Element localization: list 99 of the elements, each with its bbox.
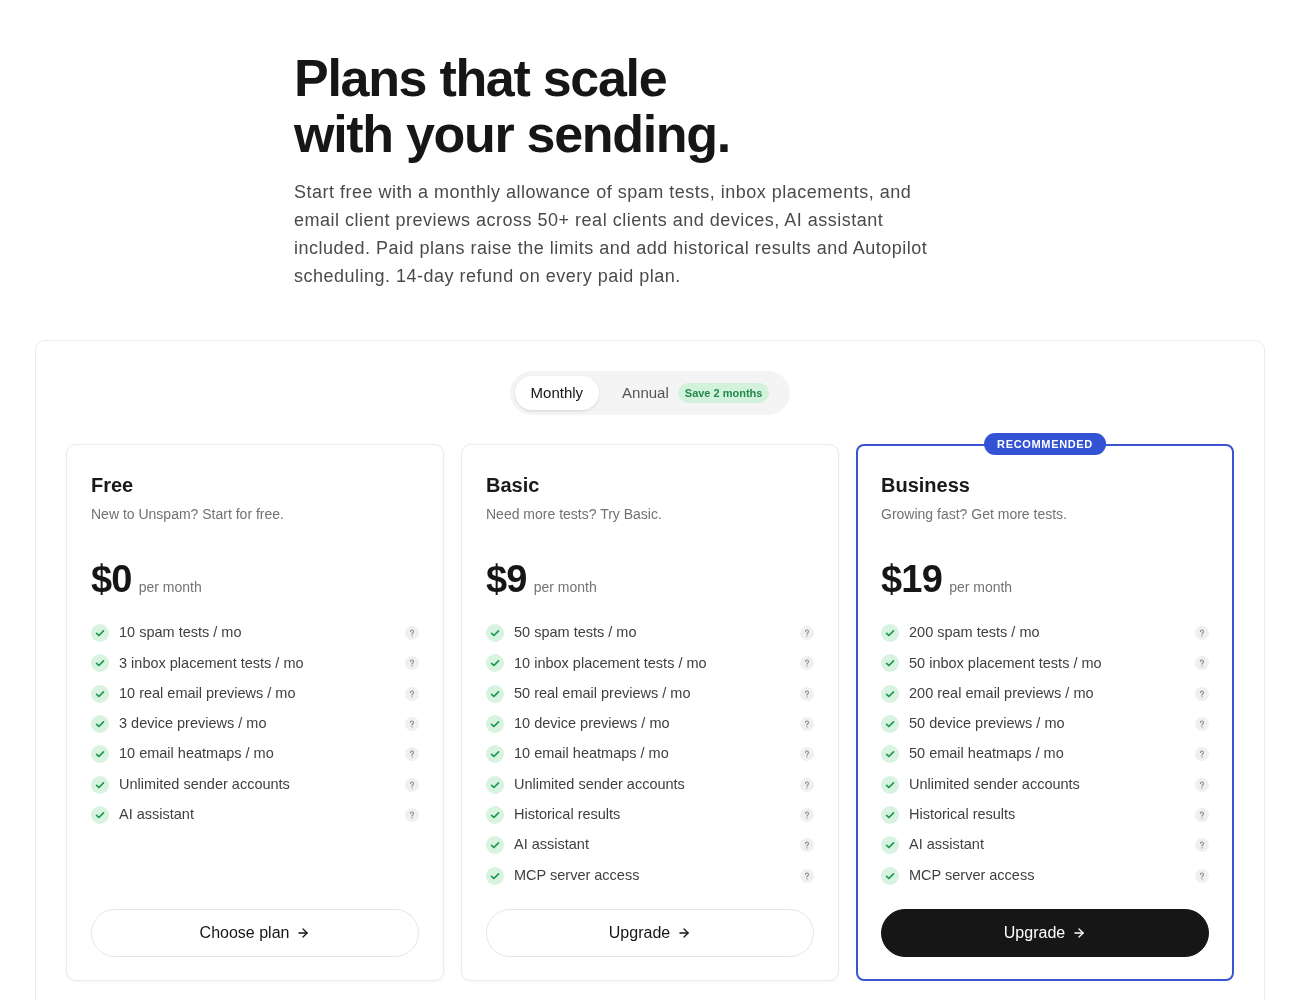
help-icon[interactable] (800, 717, 814, 732)
plan-price: $19 (881, 557, 943, 601)
check-icon (881, 775, 899, 794)
feature-text: 50 real email previews / mo (514, 683, 691, 703)
price-period: per month (949, 578, 1013, 597)
feature-text: 10 spam tests / mo (119, 623, 242, 643)
help-icon[interactable] (800, 868, 814, 883)
plan-tagline: Need more tests? Try Basic. (486, 505, 663, 524)
check-icon (881, 745, 899, 764)
check-icon (881, 805, 899, 824)
help-icon[interactable] (405, 656, 419, 671)
help-icon[interactable] (800, 838, 814, 853)
check-icon (881, 836, 899, 855)
help-icon[interactable] (1195, 838, 1209, 853)
feature-text: 10 email heatmaps / mo (514, 744, 669, 764)
plan-name: Business (881, 473, 971, 498)
check-icon (486, 654, 504, 673)
check-icon (91, 624, 109, 643)
help-icon[interactable] (800, 747, 814, 762)
check-icon (486, 715, 504, 734)
plan-price: $9 (486, 557, 527, 601)
feature-text: AI assistant (119, 805, 194, 825)
plan-tagline: New to Unspam? Start for free. (91, 505, 285, 524)
check-icon (486, 866, 504, 885)
feature-text: 3 inbox placement tests / mo (119, 653, 304, 673)
billing-tab[interactable]: Monthly (514, 376, 600, 410)
check-icon (881, 684, 899, 703)
check-icon (486, 624, 504, 643)
page-description: Start free with a monthly allowance of spam tests, inbox placements, and email client previews across 50+ real clients and devices, AI assistant included. Paid plans raise the limits and add historical results and Autopilot scheduling. 14-day refund on every paid plan. (294, 181, 929, 288)
help-icon[interactable] (405, 686, 419, 701)
feature-text: AI assistant (514, 835, 589, 855)
check-icon (881, 654, 899, 673)
help-icon[interactable] (800, 686, 814, 701)
plan-button[interactable]: Upgrade (486, 908, 814, 957)
feature-text: Unlimited sender accounts (119, 774, 290, 794)
feature-text: Historical results (909, 805, 1016, 825)
billing-tab[interactable]: Annual Save 2 months (606, 376, 786, 410)
price-period: per month (138, 578, 202, 597)
help-icon[interactable] (405, 747, 419, 762)
help-icon[interactable] (1195, 656, 1209, 671)
feature-text: 10 real email previews / mo (119, 683, 296, 703)
help-icon[interactable] (800, 626, 814, 641)
help-icon[interactable] (1195, 686, 1209, 701)
check-icon (91, 654, 109, 673)
help-icon[interactable] (1195, 868, 1209, 883)
check-icon (486, 775, 504, 794)
help-icon[interactable] (1195, 626, 1209, 641)
help-icon[interactable] (405, 807, 419, 822)
discount-badge: Save 2 months (677, 383, 770, 403)
plan-price: $0 (91, 557, 132, 601)
check-icon (881, 624, 899, 643)
check-icon (486, 745, 504, 764)
check-icon (91, 745, 109, 764)
feature-text: Unlimited sender accounts (514, 774, 685, 794)
feature-text: 200 real email previews / mo (909, 683, 1094, 703)
arrow-right-icon (677, 925, 692, 940)
plan-tagline: Growing fast? Get more tests. (881, 505, 1068, 524)
page-heading: Plans that scale with your sending. (294, 50, 731, 162)
help-icon[interactable] (405, 717, 419, 732)
feature-text: MCP server access (909, 865, 1035, 885)
feature-text: 3 device previews / mo (119, 714, 267, 734)
help-icon[interactable] (1195, 747, 1209, 762)
plan-button[interactable]: Upgrade (881, 908, 1209, 957)
feature-text: MCP server access (514, 865, 640, 885)
help-icon[interactable] (1195, 777, 1209, 792)
feature-text: 10 device previews / mo (514, 714, 670, 734)
check-icon (486, 836, 504, 855)
feature-text: 200 spam tests / mo (909, 623, 1040, 643)
check-icon (881, 866, 899, 885)
price-period: per month (533, 578, 597, 597)
feature-text: 10 inbox placement tests / mo (514, 653, 707, 673)
help-icon[interactable] (405, 777, 419, 792)
help-icon[interactable] (800, 777, 814, 792)
check-icon (486, 805, 504, 824)
check-icon (881, 715, 899, 734)
arrow-right-icon (1072, 925, 1087, 940)
feature-text: Unlimited sender accounts (909, 774, 1080, 794)
feature-text: 50 spam tests / mo (514, 623, 637, 643)
check-icon (91, 715, 109, 734)
arrow-right-icon (296, 925, 311, 940)
help-icon[interactable] (405, 626, 419, 641)
recommended-badge: RECOMMENDED (984, 433, 1106, 455)
feature-text: 50 device previews / mo (909, 714, 1065, 734)
help-icon[interactable] (800, 656, 814, 671)
feature-text: 10 email heatmaps / mo (119, 744, 274, 764)
feature-text: Historical results (514, 805, 621, 825)
check-icon (91, 805, 109, 824)
plan-button[interactable]: Choose plan (91, 908, 419, 957)
help-icon[interactable] (1195, 717, 1209, 732)
help-icon[interactable] (800, 807, 814, 822)
plan-name: Basic (486, 473, 541, 498)
feature-text: 50 inbox placement tests / mo (909, 653, 1102, 673)
feature-text: AI assistant (909, 835, 984, 855)
plan-name: Free (91, 473, 135, 498)
help-icon[interactable] (1195, 807, 1209, 822)
check-icon (91, 684, 109, 703)
feature-text: 50 email heatmaps / mo (909, 744, 1064, 764)
check-icon (91, 775, 109, 794)
check-icon (486, 684, 504, 703)
